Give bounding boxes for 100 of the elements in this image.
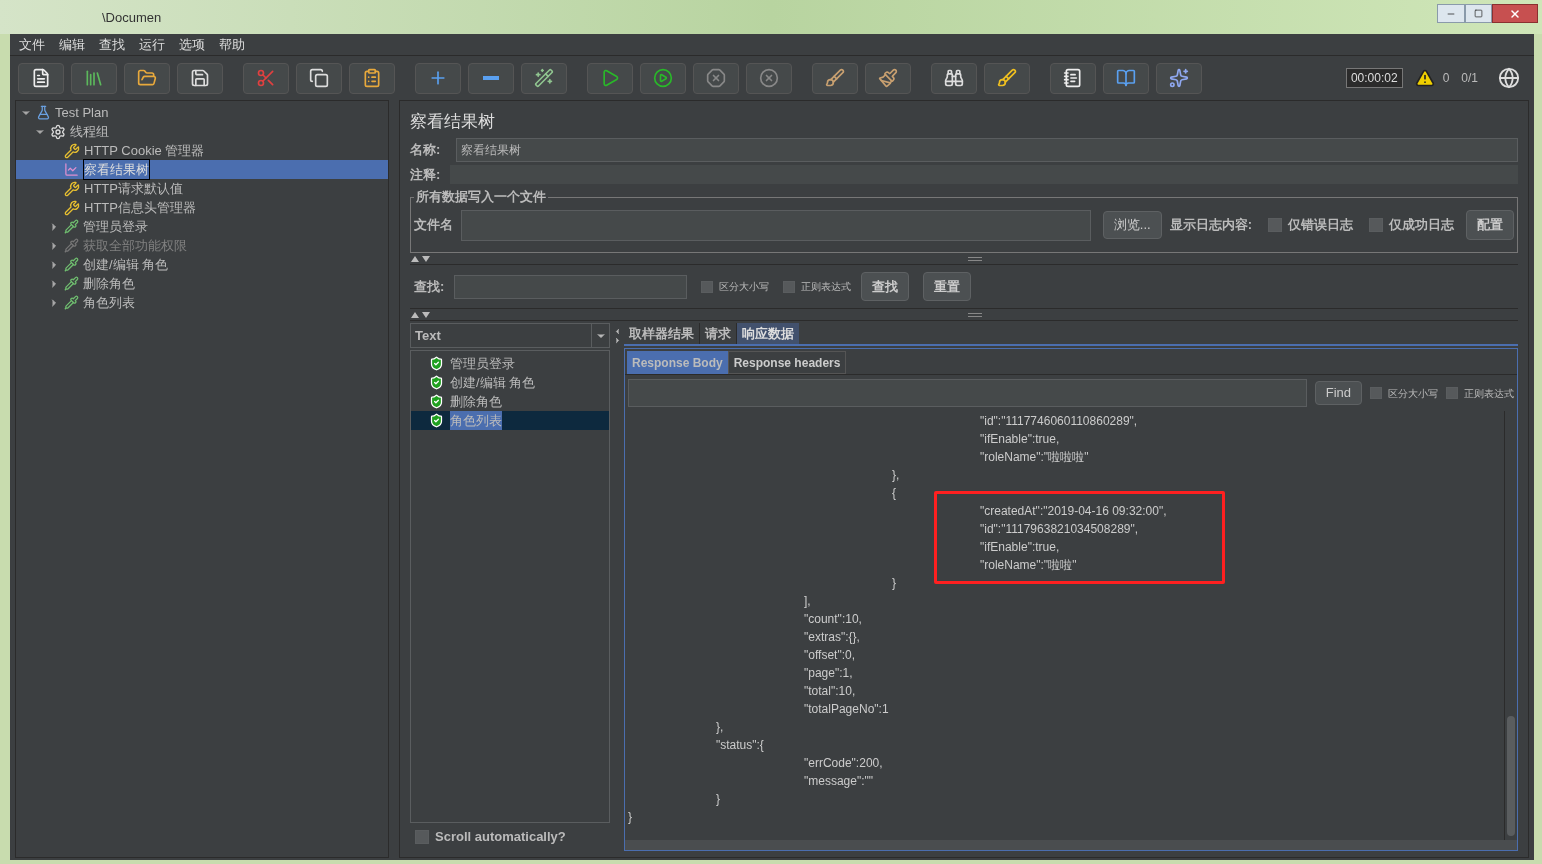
search-field[interactable]	[454, 274, 688, 299]
checkbox[interactable]	[1446, 387, 1458, 399]
tree-row[interactable]: 管理员登录	[16, 217, 388, 236]
copy-button[interactable]	[296, 62, 342, 94]
tree-row[interactable]: HTTP Cookie 管理器	[16, 141, 388, 160]
binoculars-button[interactable]	[931, 62, 977, 94]
browse-button[interactable]: 浏览...	[1102, 211, 1162, 239]
checkbox-label: 区分大小写	[719, 280, 770, 294]
code-line: "roleName":"啦啦啦"	[979, 449, 1089, 466]
tree-row[interactable]: Test Plan	[16, 103, 388, 122]
tab[interactable]: Response headers	[727, 351, 847, 374]
new-file-button[interactable]	[18, 62, 64, 94]
split-arrows-icon[interactable]	[410, 310, 432, 319]
name-field[interactable]: 察看结果树	[456, 137, 1518, 162]
tree-row[interactable]: 角色列表	[16, 293, 388, 312]
find-button[interactable]: 查找	[861, 272, 910, 301]
result-row[interactable]: 创建/编辑 角色	[411, 373, 609, 392]
paste-button[interactable]	[349, 62, 395, 94]
maximize-button[interactable]	[1465, 4, 1492, 23]
cut-button[interactable]	[243, 62, 289, 94]
file-label: 文件名	[414, 216, 453, 235]
menu-item[interactable]: 运行	[139, 34, 165, 55]
tree-item-label: 获取全部功能权限	[83, 236, 187, 255]
expand-button[interactable]	[415, 62, 461, 94]
grip-icon[interactable]	[968, 312, 982, 317]
checkbox[interactable]	[1268, 218, 1282, 232]
tree-row[interactable]: HTTP信息头管理器	[16, 198, 388, 217]
collapse-button[interactable]	[468, 62, 514, 94]
tree-row[interactable]: 察看结果树	[16, 160, 388, 179]
panel-title: 察看结果树	[410, 111, 496, 133]
name-label: 名称:	[410, 140, 442, 159]
close-button[interactable]	[1492, 4, 1538, 23]
thread-count: 0/1	[1461, 70, 1478, 87]
checkbox[interactable]	[1369, 218, 1383, 232]
pipette-icon	[64, 257, 79, 272]
globe-icon[interactable]	[1498, 67, 1520, 89]
tree-item-label: 察看结果树	[83, 158, 150, 181]
grip-icon[interactable]	[968, 256, 982, 261]
tree-item-label: HTTP信息头管理器	[84, 198, 196, 217]
tree-row[interactable]: 线程组	[16, 122, 388, 141]
stop-icon	[706, 68, 726, 88]
comment-label: 注释:	[410, 165, 442, 184]
templates-icon	[84, 68, 104, 88]
checkbox-label: 正则表达式	[1464, 386, 1514, 401]
play-no-pause-button[interactable]	[640, 62, 686, 94]
code-line: "ifEnable":true,	[979, 539, 1060, 556]
warning-icon[interactable]	[1414, 68, 1435, 88]
result-label: 管理员登录	[450, 354, 515, 373]
code-line: "count":10,	[803, 611, 862, 628]
body-search-field[interactable]	[628, 379, 1307, 407]
checkbox-label: 仅成功日志	[1389, 216, 1454, 235]
sparkles-icon	[1169, 68, 1189, 88]
elapsed-time: 00:00:02	[1345, 68, 1403, 88]
checkbox-label: 区分大小写	[1388, 386, 1438, 401]
shutdown-button[interactable]	[746, 62, 792, 94]
checkbox-label: 仅错误日志	[1288, 216, 1353, 235]
menu-item[interactable]: 查找	[99, 34, 125, 55]
stop-button[interactable]	[693, 62, 739, 94]
checkbox[interactable]	[783, 280, 796, 293]
open-folder-button[interactable]	[124, 62, 170, 94]
play-button[interactable]	[587, 62, 633, 94]
templates-button[interactable]	[71, 62, 117, 94]
tree-row[interactable]: HTTP请求默认值	[16, 179, 388, 198]
sparkles-button[interactable]	[1156, 62, 1202, 94]
shield-check-icon	[429, 356, 444, 371]
cut-icon	[256, 68, 276, 88]
code-line: "ifEnable":true,	[979, 431, 1060, 448]
split-arrows-icon[interactable]	[410, 254, 432, 263]
minimize-button[interactable]	[1437, 4, 1465, 23]
checkbox[interactable]	[1370, 387, 1382, 399]
tab[interactable]: 请求	[700, 323, 737, 344]
checkbox[interactable]	[415, 830, 429, 844]
tree-row[interactable]: 删除角色	[16, 274, 388, 293]
menu-item[interactable]: 帮助	[219, 34, 245, 55]
renderer-dropdown[interactable]: Text	[410, 323, 610, 348]
clear-all-button[interactable]	[865, 62, 911, 94]
save-button[interactable]	[177, 62, 223, 94]
horizontal-scrollbar[interactable]	[625, 840, 1517, 850]
tab[interactable]: 取样器结果	[624, 323, 700, 344]
configure-button[interactable]: 配置	[1466, 210, 1514, 240]
find-button[interactable]: Find	[1314, 381, 1362, 405]
notebook-button[interactable]	[1050, 62, 1096, 94]
tree-item-label: HTTP Cookie 管理器	[84, 141, 205, 160]
result-label: 创建/编辑 角色	[450, 373, 536, 392]
result-row[interactable]: 管理员登录	[411, 354, 609, 373]
tab[interactable]: 响应数据	[737, 323, 799, 344]
clear-button[interactable]	[812, 62, 858, 94]
collapse-left-icon[interactable]	[613, 327, 622, 336]
gear-icon	[50, 123, 66, 140]
expand-right-icon[interactable]	[613, 336, 622, 345]
menu-item[interactable]: 编辑	[59, 34, 85, 55]
checkbox[interactable]	[701, 280, 714, 293]
tree-row[interactable]: 创建/编辑 角色	[16, 255, 388, 274]
open-folder-icon	[137, 68, 157, 88]
menu-item[interactable]: 选项	[179, 34, 205, 55]
file-field[interactable]	[461, 209, 1091, 241]
menu-item[interactable]: 文件	[19, 34, 45, 55]
tree-item-label: 角色列表	[83, 293, 135, 312]
result-row[interactable]: 删除角色	[411, 392, 609, 411]
reset-button[interactable]: 重置	[923, 272, 972, 301]
